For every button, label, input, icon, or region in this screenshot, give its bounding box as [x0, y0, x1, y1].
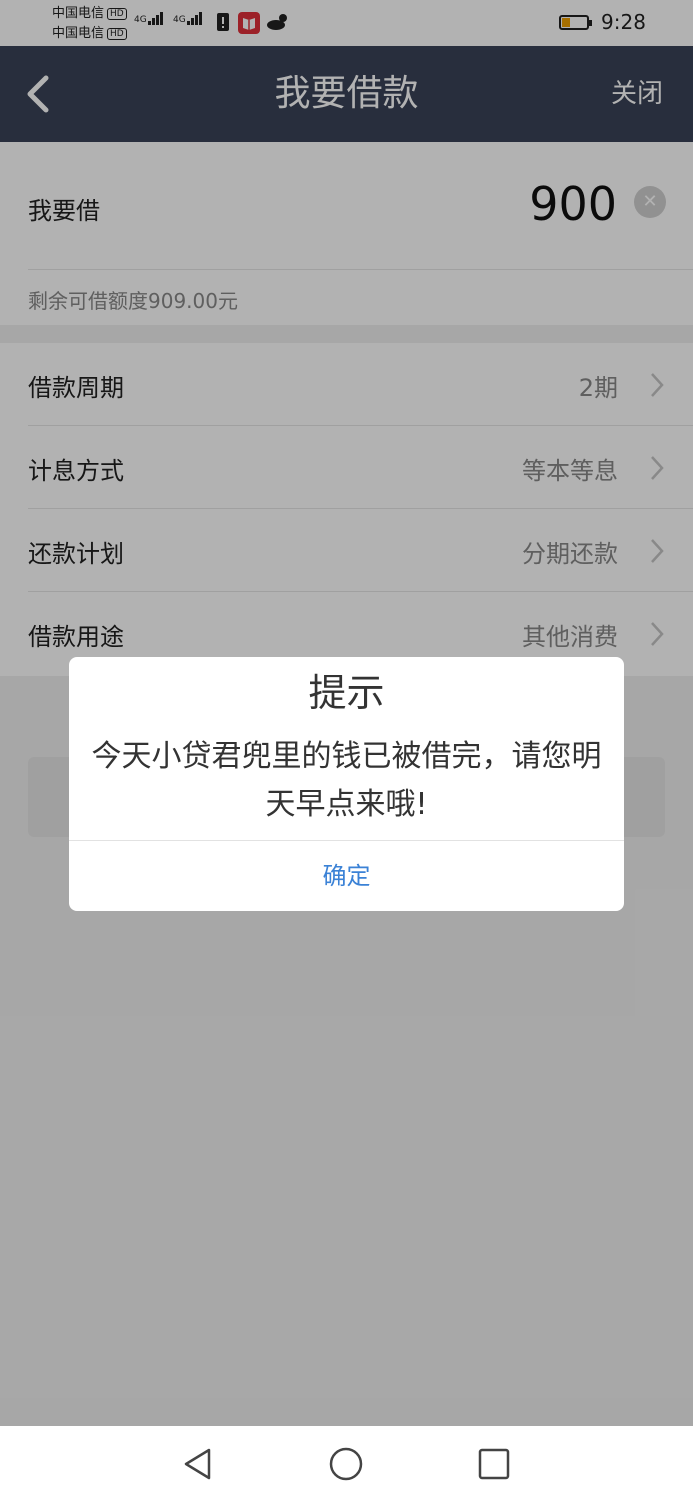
confirm-button[interactable]: 确定	[69, 841, 624, 911]
alert-dialog: 提示 今天小贷君兜里的钱已被借完，请您明天早点来哦! 确定	[69, 657, 624, 911]
dialog-message: 今天小贷君兜里的钱已被借完，请您明天早点来哦!	[91, 739, 602, 822]
circle-home-icon[interactable]	[326, 1444, 366, 1484]
system-nav-bar	[0, 1426, 693, 1500]
dialog-title: 提示	[308, 671, 385, 715]
triangle-back-icon[interactable]	[178, 1444, 218, 1484]
square-recents-icon[interactable]	[474, 1444, 514, 1484]
